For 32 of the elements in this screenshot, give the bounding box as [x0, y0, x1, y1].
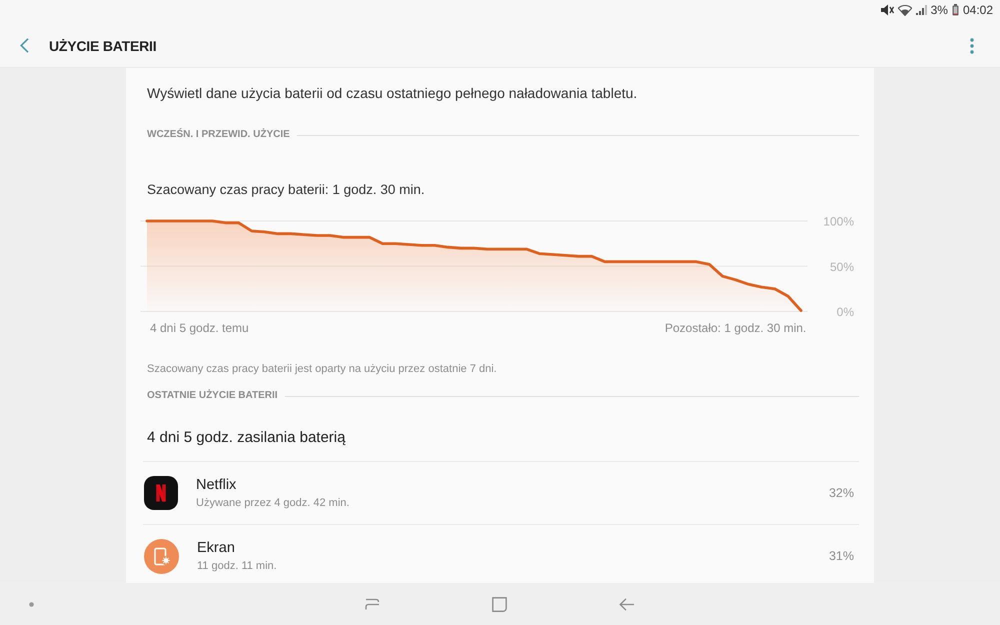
back-icon	[20, 38, 28, 53]
mute-icon	[880, 4, 894, 16]
battery-percent: 3%	[930, 3, 948, 17]
dot-icon	[29, 602, 34, 606]
tablet-brightness-icon	[144, 538, 179, 574]
recent-apps-icon	[365, 598, 380, 610]
clock-time: 04:02	[962, 3, 993, 17]
signal-icon	[916, 5, 927, 15]
app-logo-icon	[144, 476, 178, 510]
section-heading: WCZEŚN. I PRZEWID. UŻYCIE	[147, 128, 290, 142]
wifi-icon	[898, 4, 912, 16]
usage-detail: 11 godz. 11 min.	[197, 558, 277, 574]
axis-label: 100%	[823, 214, 854, 228]
item-name: Netflix	[196, 476, 238, 494]
usage-percent: 31%	[828, 549, 854, 563]
note-text: Szacowany czas pracy baterii jest oparty na użyciu przez ostatnie 7 dni.	[147, 362, 498, 377]
summary-text: 4 dni 5 godz. zasilania baterią	[147, 428, 346, 448]
section-heading: OSTATNIE UŻYCIE BATERII	[147, 389, 278, 403]
back-arrow-icon	[619, 598, 634, 610]
axis-label: Pozostało: 1 godz. 30 min.	[664, 321, 806, 335]
axis-label: 50%	[830, 260, 854, 274]
more-icon	[970, 38, 974, 54]
axis-label: 4 dni 5 godz. temu	[150, 321, 249, 335]
usage-percent: 32%	[828, 486, 854, 500]
item-name: Ekran	[197, 538, 236, 556]
usage-detail: Używane przez 4 godz. 42 min.	[196, 496, 350, 510]
estimate-text: Szacowany czas pracy baterii: 1 godz. 30 min.	[147, 181, 426, 199]
description-text: Wyświetl dane użycia baterii od czasu ostatniego pełnego naładowania tabletu.	[147, 84, 638, 103]
home-icon	[492, 596, 507, 612]
screen-title: UŻYCIE BATERII	[49, 38, 156, 54]
axis-label: 0%	[836, 305, 854, 319]
battery-icon	[952, 4, 959, 16]
